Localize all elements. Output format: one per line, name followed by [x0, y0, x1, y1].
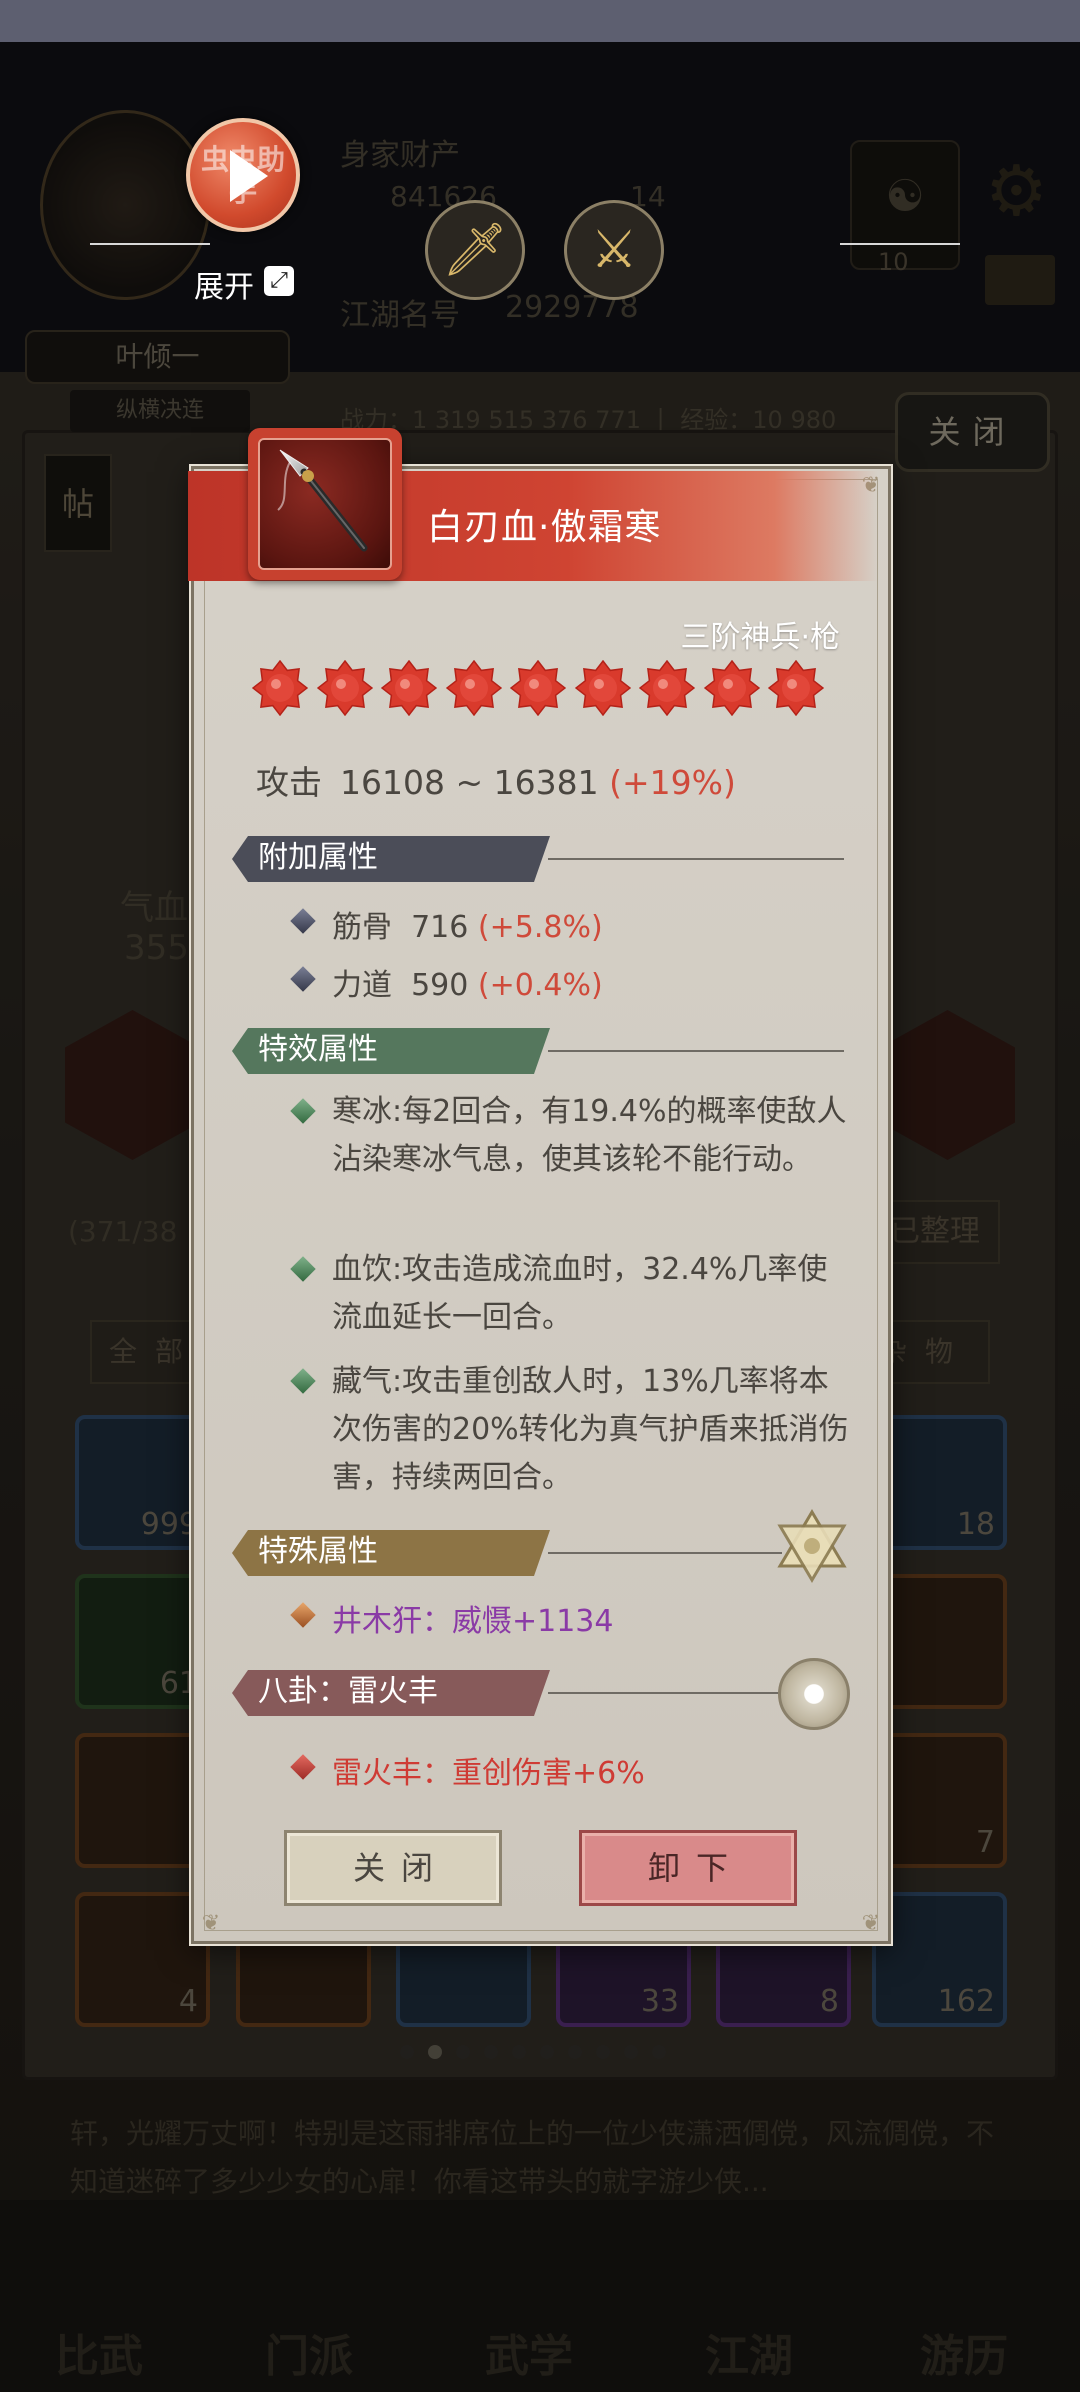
- unload-button[interactable]: 卸下: [579, 1830, 797, 1906]
- item-type: 三阶神兵·枪: [680, 620, 840, 655]
- star-icon: [768, 660, 824, 716]
- expand-label[interactable]: 展开: [194, 262, 254, 306]
- attack-label: 攻击: [256, 763, 322, 802]
- attr-value: 716: [411, 910, 469, 945]
- star-icon: [316, 660, 373, 716]
- section-special: 特殊属性: [232, 1530, 550, 1576]
- divider-right: [840, 243, 960, 245]
- star-icon: [252, 660, 308, 716]
- hexagram-icon: [777, 1509, 847, 1583]
- section-extra-attributes: 附加属性: [232, 836, 550, 882]
- sword-icon[interactable]: 🗡: [425, 200, 525, 300]
- section-bagua: 八卦：雷火丰: [232, 1670, 550, 1716]
- star-icon: [445, 660, 502, 716]
- status-bar: [0, 0, 1080, 42]
- double-blade-icon[interactable]: ⚔: [564, 200, 664, 300]
- attr-row: 力道 590 (+0.4%): [332, 960, 603, 1004]
- attack-bonus: (+19%): [609, 763, 736, 802]
- assistant-button[interactable]: 虫虫助手: [186, 118, 300, 232]
- star-icon: [574, 660, 631, 716]
- attr-bonus: (+5.8%): [477, 910, 603, 945]
- attr-row: 筋骨 716 (+5.8%): [332, 902, 603, 946]
- attack-row: 攻击 16108 ~ 16381 (+19%): [256, 756, 736, 804]
- effect-text: 血饮:攻击造成流血时，32.4%几率使流血延长一回合。: [332, 1252, 828, 1335]
- bagua-attribute: 雷火丰：重创伤害+6%: [332, 1756, 645, 1791]
- section-effects: 特效属性: [232, 1028, 550, 1074]
- star-rating: [252, 660, 833, 716]
- attr-name: 筋骨: [332, 910, 392, 945]
- special-attribute: 井木犴：威慑+1134: [332, 1604, 614, 1639]
- spear-icon: [277, 449, 368, 552]
- bagua-icon: [778, 1658, 850, 1730]
- play-icon: [230, 150, 268, 202]
- star-icon: [510, 660, 566, 716]
- section-divider: [548, 858, 844, 860]
- section-divider: [548, 1552, 782, 1554]
- section-divider: [548, 1692, 782, 1694]
- item-name: 白刃血·傲霜寒: [427, 507, 662, 548]
- star-icon: [381, 660, 437, 716]
- attack-value: 16108 ~ 16381: [340, 763, 599, 802]
- attr-value: 590: [411, 968, 469, 1003]
- effect-text: 寒冰:每2回合，有19.4%的概率使敌人沾染寒冰气息，使其该轮不能行动。: [332, 1094, 847, 1177]
- section-divider: [548, 1050, 844, 1052]
- expand-icon[interactable]: ⤢: [264, 266, 294, 296]
- star-icon: [639, 660, 695, 716]
- effect-text: 藏气:攻击重创敌人时，13%几率将本次伤害的20%转化为真气护盾来抵消伤害，持续…: [332, 1364, 849, 1495]
- item-icon: [248, 428, 402, 580]
- attr-bonus: (+0.4%): [477, 968, 603, 1003]
- close-button[interactable]: 关闭: [284, 1830, 502, 1906]
- divider-left: [90, 243, 210, 245]
- star-icon: [703, 660, 760, 716]
- attr-name: 力道: [332, 968, 392, 1003]
